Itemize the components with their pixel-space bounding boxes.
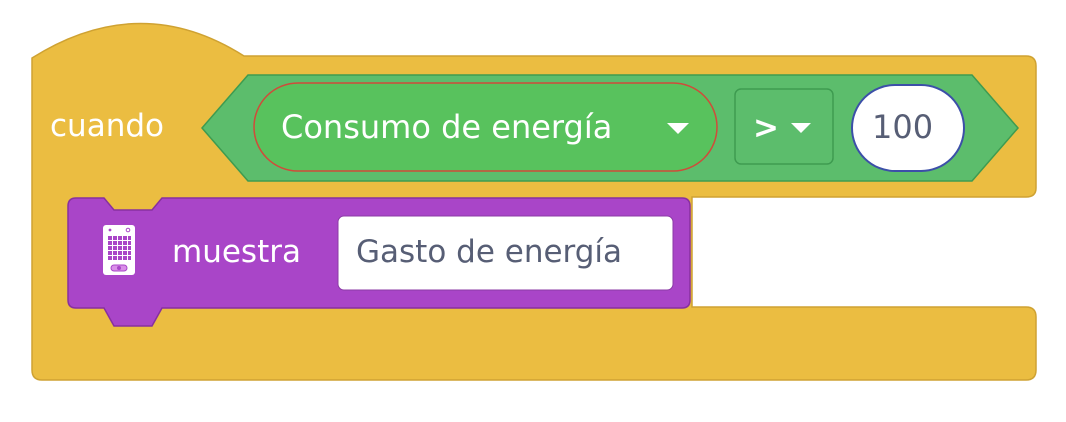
show-label: muestra xyxy=(172,234,301,270)
block-canvas xyxy=(31,22,1037,381)
sensor-selected-value: Consumo de energía xyxy=(281,108,613,146)
operator-selected-value: > xyxy=(753,110,779,146)
when-label: cuando xyxy=(50,108,164,144)
text-input-value: Gasto de energía xyxy=(356,234,623,270)
operator-dropdown[interactable] xyxy=(734,88,834,165)
threshold-value: 100 xyxy=(872,108,934,146)
matrix-display-icon xyxy=(103,225,135,275)
